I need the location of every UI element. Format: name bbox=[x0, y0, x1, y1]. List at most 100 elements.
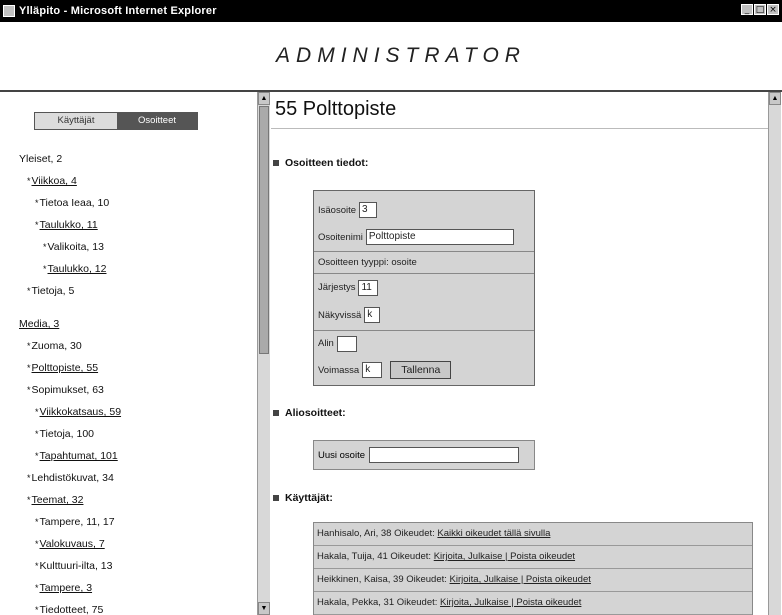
tree-label: Sopimukset, 63 bbox=[31, 384, 104, 396]
content-scrollbar[interactable]: ▲ bbox=[768, 92, 781, 615]
save-button[interactable]: Tallenna bbox=[390, 361, 452, 379]
bullet-icon: * bbox=[27, 385, 31, 395]
bullet-icon: * bbox=[27, 495, 31, 505]
bullet-icon: * bbox=[27, 176, 31, 186]
bullet-icon: * bbox=[35, 583, 39, 593]
scroll-thumb[interactable] bbox=[259, 106, 269, 354]
section-details: Osoitteen tiedot: bbox=[271, 157, 368, 169]
tree-item[interactable]: *Taulukko, 12 bbox=[19, 258, 255, 280]
bullet-icon: * bbox=[35, 517, 39, 527]
new-alias-label: Uusi osoite bbox=[318, 449, 365, 461]
section-aliases-label: Aliosoitteet: bbox=[285, 407, 346, 419]
title-divider bbox=[271, 128, 768, 129]
alias-form: Uusi osoite bbox=[313, 440, 535, 470]
navigation-frame: Käyttäjät Osoitteet Yleiset, 2 *Viikkoa, … bbox=[0, 92, 258, 615]
tree-label: Tietoja, 5 bbox=[31, 285, 75, 297]
order-label: Järjestys bbox=[318, 282, 356, 293]
name-input[interactable]: Polttopiste bbox=[365, 229, 514, 245]
tree-label: Tietoa Ieaa, 10 bbox=[39, 197, 110, 209]
parent-input[interactable]: 3 bbox=[359, 202, 378, 218]
address-form: Isäosoite 3 Osoitenimi Polttopiste Osoit… bbox=[313, 190, 535, 386]
tree-item[interactable]: *Tampere, 3 bbox=[19, 577, 255, 599]
tree-item: *Tietoja, 100 bbox=[19, 423, 255, 445]
maximize-button[interactable]: □ bbox=[754, 4, 766, 15]
window-title: Ylläpito - Microsoft Internet Explorer bbox=[19, 5, 217, 17]
user-rights-link[interactable]: Kaikki oikeudet tällä sivulla bbox=[437, 528, 550, 539]
scroll-up-icon[interactable]: ▲ bbox=[258, 92, 270, 105]
tree-link[interactable]: Tapahtumat, 101 bbox=[40, 450, 118, 462]
tree-link[interactable]: Viikkoa, 4 bbox=[32, 175, 77, 187]
user-rights-link[interactable]: Kirjoita, Julkaise | Poista oikeudet bbox=[434, 551, 575, 562]
tree-link[interactable]: Tampere, 3 bbox=[40, 582, 93, 594]
bullet-icon: * bbox=[35, 198, 39, 208]
tree-item[interactable]: *Viikkokatsaus, 59 bbox=[19, 401, 255, 423]
header-frame: ADMINISTRATOR bbox=[0, 22, 782, 92]
tree-link[interactable]: Viikkokatsaus, 59 bbox=[40, 406, 122, 418]
visible-row: Näkyvissä k bbox=[314, 301, 534, 329]
tree-link[interactable]: Taulukko, 11 bbox=[40, 219, 98, 231]
visible-input[interactable]: k bbox=[364, 307, 381, 323]
tree-label: Zuoma, 30 bbox=[31, 340, 82, 352]
tree-item[interactable]: *Viikkoa, 4 bbox=[19, 170, 255, 192]
tree-label: Tiedotteet, 75 bbox=[39, 604, 104, 615]
ie-app-icon bbox=[3, 5, 15, 17]
user-info: Hanhisalo, Ari, 38 Oikeudet: bbox=[317, 528, 438, 539]
user-info: Hakala, Tuija, 41 Oikeudet: bbox=[317, 551, 434, 562]
user-info: Heikkinen, Kaisa, 39 Oikeudet: bbox=[317, 574, 450, 585]
tree-link[interactable]: Media, 3 bbox=[19, 318, 59, 330]
nav-scrollbar[interactable]: ▲ ▼ bbox=[257, 92, 270, 615]
section-aliases: Aliosoitteet: bbox=[271, 407, 346, 419]
tree-label: Valikoita, 13 bbox=[47, 241, 104, 253]
tree-item[interactable]: *Taulukko, 11 bbox=[19, 214, 255, 236]
section-users-label: Käyttäjät: bbox=[285, 492, 333, 504]
tab-addresses[interactable]: Osoitteet bbox=[117, 113, 197, 129]
tree-link[interactable]: Polttopiste, 55 bbox=[32, 362, 99, 374]
tree-link[interactable]: Taulukko, 12 bbox=[48, 263, 107, 275]
bullet-icon: * bbox=[43, 264, 47, 274]
users-table: Hanhisalo, Ari, 38 Oikeudet: Kaikki oike… bbox=[313, 522, 753, 615]
sub-input[interactable] bbox=[336, 335, 357, 352]
name-label: Osoitenimi bbox=[318, 231, 363, 243]
tree-label: Tampere, 11, 17 bbox=[39, 516, 115, 528]
tree-item: *Tietoja, 5 bbox=[19, 280, 255, 302]
tree-link[interactable]: Valokuvaus, 7 bbox=[40, 538, 105, 550]
type-row: Osoitteen tyyppi: osoite bbox=[314, 251, 534, 273]
scroll-down-icon[interactable]: ▼ bbox=[258, 602, 270, 615]
tree-item[interactable]: *Polttopiste, 55 bbox=[19, 357, 255, 379]
date-label: Voimassa bbox=[318, 364, 360, 376]
tree-item[interactable]: *Valokuvaus, 7 bbox=[19, 533, 255, 555]
tree-item: *Tampere, 11, 17 bbox=[19, 511, 255, 533]
page-title: 55 Polttopiste bbox=[275, 98, 397, 120]
date-input[interactable]: k bbox=[362, 362, 383, 378]
nav-tabs: Käyttäjät Osoitteet bbox=[34, 112, 198, 130]
bullet-icon: * bbox=[27, 473, 31, 483]
tree-item: *Tiedotteet, 75 bbox=[19, 599, 255, 615]
minimize-button[interactable]: _ bbox=[741, 4, 753, 15]
section-details-label: Osoitteen tiedot: bbox=[285, 157, 369, 169]
tree-item[interactable]: *Tapahtumat, 101 bbox=[19, 445, 255, 467]
close-button[interactable]: × bbox=[767, 4, 779, 15]
bullet-icon: * bbox=[35, 407, 39, 417]
tree-item: *Sopimukset, 63 bbox=[19, 379, 255, 401]
new-alias-input[interactable] bbox=[369, 447, 519, 463]
tree-link[interactable]: Teemat, 32 bbox=[32, 494, 84, 506]
bullet-icon: * bbox=[35, 539, 39, 549]
bullet-icon: * bbox=[35, 605, 39, 615]
order-input[interactable]: 11 bbox=[358, 279, 379, 296]
user-rights-link[interactable]: Kirjoita, Julkaise | Poista oikeudet bbox=[450, 574, 591, 585]
scroll-up-icon[interactable]: ▲ bbox=[769, 92, 781, 105]
tab-users[interactable]: Käyttäjät bbox=[35, 113, 117, 129]
date-row: Voimassa k Tallenna bbox=[314, 357, 534, 383]
user-row: Hakala, Pekka, 31 Oikeudet: Kirjoita, Ju… bbox=[314, 592, 752, 615]
tree-item[interactable]: Media, 3 bbox=[19, 313, 255, 335]
bullet-square-icon bbox=[273, 409, 279, 416]
bullet-icon: * bbox=[35, 561, 39, 571]
tree-item[interactable]: *Teemat, 32 bbox=[19, 489, 255, 511]
bullet-square-icon bbox=[273, 494, 279, 501]
user-rights-link[interactable]: Kirjoita, Julkaise | Poista oikeudet bbox=[440, 597, 581, 608]
tree-item: *Zuoma, 30 bbox=[19, 335, 255, 357]
user-row: Hakala, Tuija, 41 Oikeudet: Kirjoita, Ju… bbox=[314, 546, 752, 569]
tree-item: Yleiset, 2 bbox=[19, 148, 255, 170]
tree-label: Yleiset, 2 bbox=[19, 153, 63, 165]
section-users: Käyttäjät: bbox=[271, 492, 333, 504]
